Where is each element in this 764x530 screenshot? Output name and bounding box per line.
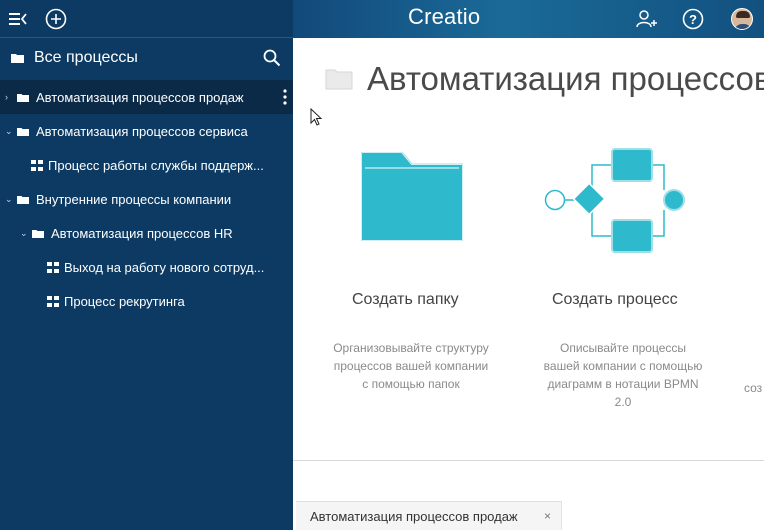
process-icon [47, 261, 59, 273]
more-icon[interactable] [283, 89, 287, 105]
tree-item-internal[interactable]: ⌄ Внутренние процессы компании [0, 182, 293, 216]
bottom-tab[interactable]: Автоматизация процессов продаж × [296, 501, 562, 530]
create-process-description: Описывайте процессы вашей компании с пом… [543, 341, 703, 409]
tree-item-label: Автоматизация процессов HR [51, 225, 233, 241]
sidebar-header: Все процессы [0, 38, 293, 78]
chevron-down-icon[interactable]: ⌄ [5, 126, 13, 137]
sidebar: Все процессы › Автоматизация процессов п… [0, 0, 293, 530]
process-icon [47, 295, 59, 307]
help-icon[interactable]: ? [681, 7, 705, 31]
folder-icon [17, 195, 29, 204]
mouse-cursor-icon [310, 108, 322, 126]
chevron-down-icon[interactable]: ⌄ [20, 228, 28, 239]
sidebar-title: Все процессы [34, 49, 138, 66]
svg-text:?: ? [689, 12, 697, 27]
create-folder-description: Организовывайте структуру процессов ваше… [333, 341, 489, 391]
tree-item-label: Автоматизация процессов сервиса [36, 123, 248, 139]
folder-icon [17, 93, 29, 102]
menu-collapse-icon[interactable] [6, 7, 30, 31]
user-photo [731, 8, 753, 30]
folder-icon [325, 69, 353, 90]
tree-item-label: Процесс рекрутинга [64, 293, 185, 309]
folder-icon [32, 229, 44, 238]
tree-item-label: Процесс работы службы поддерж... [48, 157, 264, 173]
add-icon[interactable] [44, 7, 68, 31]
tree-item-onboarding[interactable]: Выход на работу нового сотруд... [0, 250, 293, 284]
sidebar-toolbar [0, 0, 293, 38]
search-icon[interactable] [263, 49, 281, 72]
tree-item-service[interactable]: ⌄ Автоматизация процессов сервиса [0, 114, 293, 148]
folder-icon [17, 127, 29, 136]
create-folder-button[interactable]: Создать папку [352, 291, 459, 309]
tree-item-recruiting[interactable]: Процесс рекрутинга [0, 284, 293, 318]
tree-item-hr[interactable]: ⌄ Автоматизация процессов HR [0, 216, 293, 250]
tree-item-label: Внутренние процессы компании [36, 191, 232, 207]
content-divider [293, 460, 764, 461]
app-header: Creatio ? [293, 0, 764, 38]
bpmn-process-icon[interactable] [544, 148, 686, 254]
create-process-button[interactable]: Создать процесс [552, 291, 678, 309]
app-logo[interactable]: Creatio [408, 4, 480, 30]
page-title: Автоматизация процессов [367, 60, 764, 97]
create-folder-icon[interactable] [361, 152, 463, 241]
tree-item-support-process[interactable]: Процесс работы службы поддерж... [0, 148, 293, 182]
offscreen-card-text: соз [744, 381, 763, 395]
avatar[interactable] [730, 7, 754, 31]
chevron-right-icon[interactable]: › [5, 92, 13, 102]
add-user-icon[interactable] [635, 7, 659, 31]
tree-item-label: Автоматизация процессов продаж [36, 89, 244, 105]
page-header: Автоматизация процессов [325, 60, 764, 98]
tree-item-label: Выход на работу нового сотруд... [64, 259, 265, 275]
close-icon[interactable]: × [544, 509, 551, 523]
process-icon [31, 159, 43, 171]
chevron-down-icon[interactable]: ⌄ [5, 194, 13, 205]
tree-item-sales[interactable]: › Автоматизация процессов продаж [0, 80, 293, 114]
bottom-tab-label: Автоматизация процессов продаж [310, 508, 518, 524]
folder-icon [11, 54, 24, 63]
